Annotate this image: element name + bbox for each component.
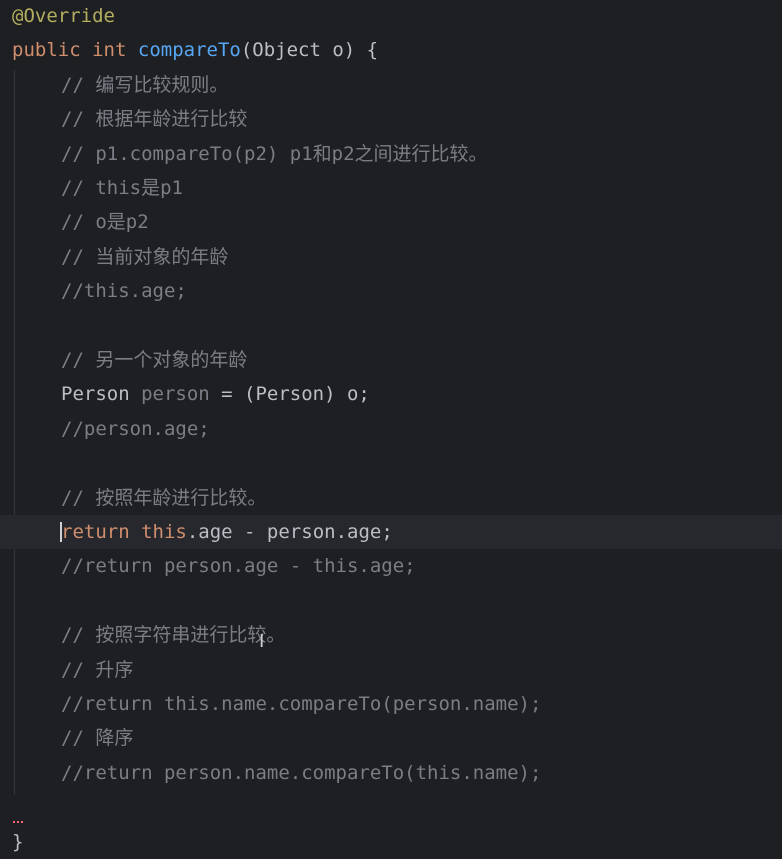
code-token: } xyxy=(12,830,24,853)
code-token: // 另一个对象的年龄 xyxy=(61,349,248,371)
code-line[interactable]: // 当前对象的年龄 xyxy=(0,240,782,274)
code-token: //this.age; xyxy=(61,280,187,303)
warning-squiggle xyxy=(13,818,23,823)
code-line[interactable]: // p1.compareTo(p2) p1和p2之间进行比较。 xyxy=(0,137,782,171)
code-text: public int compareTo(Object o) { xyxy=(12,33,378,67)
code-text: // this是p1 xyxy=(61,171,183,205)
code-token: //return this.name.compareTo(person.name… xyxy=(61,693,542,715)
code-token: .age - person.age; xyxy=(186,521,393,543)
code-line[interactable]: // o是p2 xyxy=(0,205,782,239)
code-text: //this.age; xyxy=(61,274,187,308)
code-line[interactable] xyxy=(0,309,782,343)
code-text: // 按照年龄进行比较。 xyxy=(61,481,266,515)
code-line[interactable]: // 根据年龄进行比较 xyxy=(0,102,782,136)
code-text: } xyxy=(12,825,23,859)
text-caret xyxy=(60,522,62,542)
code-text: // p1.compareTo(p2) p1和p2之间进行比较。 xyxy=(61,137,488,171)
code-token: // 当前对象的年龄 xyxy=(61,245,229,268)
code-text: Person person = (Person) o; xyxy=(61,377,370,411)
code-token: // 根据年龄进行比较 xyxy=(61,108,248,131)
code-line[interactable]: // 升序 xyxy=(0,653,782,687)
code-line[interactable] xyxy=(0,790,782,824)
code-text: // 降序 xyxy=(61,721,133,755)
code-line[interactable]: return this.age - person.age; xyxy=(0,515,782,549)
code-token: //return person.name.compareTo(this.name… xyxy=(61,761,542,784)
code-token: // o是p2 xyxy=(61,211,149,234)
code-token: (Object o) { xyxy=(240,39,379,62)
code-token: // this是p1 xyxy=(61,177,183,199)
code-editor[interactable]: @Override public int compareTo(Object o) … xyxy=(0,0,782,853)
code-line[interactable]: //person.age; xyxy=(0,412,782,446)
code-token: // 按照年龄进行比较。 xyxy=(61,486,267,509)
code-line[interactable]: // this是p1 xyxy=(0,171,782,205)
code-line[interactable]: Person person = (Person) o; xyxy=(0,377,782,411)
code-token: person xyxy=(141,383,210,406)
code-text: // 根据年龄进行比较 xyxy=(61,102,247,136)
code-token: this xyxy=(141,521,187,543)
code-token: compareTo xyxy=(137,39,241,62)
code-line[interactable]: //return this.name.compareTo(person.name… xyxy=(0,687,782,721)
code-text: //return this.name.compareTo(person.name… xyxy=(61,687,541,721)
code-token: // 升序 xyxy=(61,658,134,681)
code-line[interactable]: //return person.age - this.age; xyxy=(0,549,782,583)
code-token: = (Person) o; xyxy=(209,383,370,406)
code-line[interactable]: // 按照年龄进行比较。 xyxy=(0,481,782,515)
code-text: return this.age - person.age; xyxy=(61,515,393,549)
code-token: Person xyxy=(61,383,142,406)
code-line[interactable]: } xyxy=(0,825,782,859)
code-line[interactable]: // 编写比较规则。 xyxy=(0,68,782,102)
code-token: // 编写比较规则。 xyxy=(61,73,229,96)
code-token: // 降序 xyxy=(61,727,134,750)
code-token: int xyxy=(92,39,127,62)
code-line[interactable]: // 另一个对象的年龄 xyxy=(0,343,782,377)
code-line[interactable]: @Override xyxy=(0,0,782,33)
code-line[interactable]: // 按照字符串进行比较。 xyxy=(0,618,782,652)
code-line[interactable] xyxy=(0,584,782,618)
code-line[interactable] xyxy=(0,446,782,480)
code-text: // 当前对象的年龄 xyxy=(61,240,228,274)
code-token: return xyxy=(61,521,130,543)
code-text: //person.age; xyxy=(61,412,210,446)
code-text: @Override xyxy=(12,0,115,33)
code-text: // o是p2 xyxy=(61,205,149,239)
code-line[interactable]: //this.age; xyxy=(0,274,782,308)
text-cursor-icon: I xyxy=(259,631,265,652)
code-token: @Override xyxy=(12,5,115,27)
code-token: public xyxy=(12,39,81,62)
code-text: // 另一个对象的年龄 xyxy=(61,343,247,377)
code-line[interactable]: public int compareTo(Object o) { xyxy=(0,33,782,67)
code-token: // p1.compareTo(p2) p1和p2之间进行比较。 xyxy=(61,142,488,165)
code-token: //return person.age - this.age; xyxy=(61,555,416,578)
code-text: // 编写比较规则。 xyxy=(61,68,228,102)
code-text: // 按照字符串进行比较。 xyxy=(61,618,285,652)
code-text: //return person.age - this.age; xyxy=(61,549,416,583)
code-token: // 按照字符串进行比较。 xyxy=(61,624,286,647)
code-text: //return person.name.compareTo(this.name… xyxy=(61,756,541,790)
code-line[interactable]: // 降序 xyxy=(0,721,782,755)
code-text: // 升序 xyxy=(61,653,133,687)
code-line[interactable]: //return person.name.compareTo(this.name… xyxy=(0,756,782,790)
code-token: //person.age; xyxy=(61,417,210,440)
